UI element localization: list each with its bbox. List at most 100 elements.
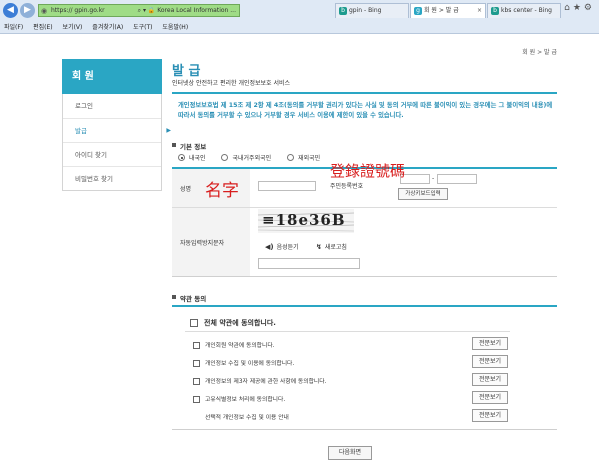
address-controls[interactable]: ⌕ ▾ 🔒 Korea Local Information ... bbox=[138, 5, 236, 16]
site-icon: g bbox=[414, 7, 422, 15]
tab-gpin-bing[interactable]: b gpin - Bing bbox=[335, 3, 409, 18]
captcha-label: 자동입력방지문자 bbox=[180, 240, 225, 247]
address-bar[interactable]: ◉ https:// gpin.go.kr ⌕ ▾ 🔒 Korea Local … bbox=[38, 4, 240, 17]
id-separator: - bbox=[432, 175, 435, 182]
menu-edit[interactable]: 편집(E) bbox=[33, 24, 53, 31]
breadcrumb: 회 원 > 발 급 bbox=[522, 49, 557, 56]
favorites-icon[interactable]: ★ bbox=[573, 3, 584, 13]
sidebar-title: 회 원 bbox=[62, 59, 162, 94]
arrow-right-icon: ▶ bbox=[166, 127, 171, 134]
agree-third-party[interactable]: 개인정보의 제3자 제공에 관한 사항에 동의합니다. bbox=[193, 376, 326, 385]
tab-kbs-bing[interactable]: b kbs center - Bing bbox=[487, 3, 561, 18]
agree-item-label: 고유식별정보 처리에 동의합니다. bbox=[205, 397, 286, 403]
audio-button[interactable]: ◀) 음성듣기 bbox=[265, 242, 299, 251]
browser-chrome: ◀ ▶ ◉ https:// gpin.go.kr ⌕ ▾ 🔒 Korea Lo… bbox=[0, 0, 599, 34]
basic-info-heading: 기본 정보 bbox=[172, 141, 206, 151]
checkbox-icon bbox=[193, 360, 200, 367]
tab-title: 회 원 > 발 급 bbox=[424, 7, 459, 14]
view-full-button[interactable]: 전문보기 bbox=[472, 355, 508, 368]
sidebar-item-issue[interactable]: 발급 ▶ bbox=[63, 118, 171, 142]
radio-checked-icon bbox=[178, 154, 185, 161]
menu-favorites[interactable]: 즐겨찾기(A) bbox=[92, 24, 123, 31]
radio-resident-foreigner[interactable]: 국내거주외국인 bbox=[221, 153, 271, 162]
view-full-button[interactable]: 전문보기 bbox=[472, 409, 508, 422]
agree-collection-usage[interactable]: 개인정보 수집 및 이용에 동의합니다. bbox=[193, 358, 294, 367]
audio-button-label: 음성듣기 bbox=[276, 244, 299, 251]
agree-unique-id[interactable]: 고유식별정보 처리에 동의합니다. bbox=[193, 394, 285, 403]
radio-label: 국내거주외국인 bbox=[232, 155, 272, 162]
checkbox-icon bbox=[193, 342, 200, 349]
menu-bar: 파일(F) 편집(E) 보기(V) 즐겨찾기(A) 도구(T) 도움말(H) bbox=[0, 21, 599, 34]
menu-help[interactable]: 도움말(H) bbox=[162, 24, 188, 31]
speaker-icon: ◀) bbox=[265, 243, 274, 251]
captcha-input[interactable] bbox=[258, 258, 360, 269]
sidebar-item-login[interactable]: 로그인 bbox=[63, 94, 161, 118]
home-icon[interactable]: ⌂ bbox=[564, 3, 573, 13]
agree-item-label: 개인회원 약관에 동의합니다. bbox=[205, 343, 275, 349]
captcha-text: ≡18e36B bbox=[262, 211, 346, 229]
tab-title: kbs center - Bing bbox=[501, 7, 552, 14]
sidebar-item-find-password[interactable]: 비밀번호 찾기 bbox=[63, 166, 161, 190]
sidebar-menu: 로그인 발급 ▶ 아이디 찾기 비밀번호 찾기 bbox=[62, 94, 171, 191]
name-label: 성명 bbox=[180, 186, 192, 193]
radio-korean[interactable]: 내국인 bbox=[178, 153, 206, 162]
toolbar-icons: ⌂★⚙ bbox=[564, 3, 595, 13]
page-icon: ◉ bbox=[41, 7, 48, 15]
virtual-keyboard-button[interactable]: 가상키보드입력 bbox=[398, 188, 448, 200]
tab-member-issue[interactable]: g 회 원 > 발 급 × bbox=[410, 3, 486, 18]
radio-label: 내국인 bbox=[189, 155, 206, 162]
agree-item-label: 개인정보 수집 및 이용에 동의합니다. bbox=[205, 361, 295, 367]
gear-icon[interactable]: ⚙ bbox=[584, 3, 595, 13]
close-tab-icon[interactable]: × bbox=[477, 4, 482, 18]
agree-member-terms[interactable]: 개인회원 약관에 동의합니다. bbox=[193, 340, 275, 349]
menu-file[interactable]: 파일(F) bbox=[4, 24, 23, 31]
agree-item-label: 개인정보의 제3자 제공에 관한 사항에 동의합니다. bbox=[205, 379, 327, 385]
tab-title: gpin - Bing bbox=[349, 7, 382, 14]
back-button[interactable]: ◀ bbox=[3, 3, 18, 18]
title-divider bbox=[172, 92, 557, 94]
refresh-icon: ↯ bbox=[316, 243, 322, 251]
row-divider bbox=[185, 331, 510, 332]
checkbox-icon bbox=[190, 319, 198, 327]
sidebar-item-label: 아이디 찾기 bbox=[75, 151, 107, 159]
menu-view[interactable]: 보기(V) bbox=[63, 24, 83, 31]
radio-overseas-korean[interactable]: 재외국민 bbox=[287, 153, 320, 162]
sidebar-item-label: 로그인 bbox=[75, 102, 93, 110]
radio-label: 재외국민 bbox=[298, 155, 321, 162]
annotation-name: 名字 bbox=[205, 181, 239, 201]
bing-icon: b bbox=[339, 7, 347, 15]
view-full-button[interactable]: 전문보기 bbox=[472, 373, 508, 386]
notice-text: 개인정보보호법 제 15조 제 2항 제 4조(동의를 거부할 권리가 있다는 … bbox=[178, 102, 553, 119]
certificate-label: Korea Local Information ... bbox=[157, 7, 236, 14]
id-number-label: 주민등록번호 bbox=[330, 183, 364, 190]
bing-icon: b bbox=[491, 7, 499, 15]
forward-button[interactable]: ▶ bbox=[20, 3, 35, 18]
menu-tools[interactable]: 도구(T) bbox=[133, 24, 152, 31]
sidebar-item-label: 발급 bbox=[75, 127, 87, 135]
view-full-button[interactable]: 전문보기 bbox=[472, 337, 508, 350]
optional-info-notice: 선택적 개인정보 수집 및 이용 안내 bbox=[205, 412, 289, 421]
agree-all-label: 전체 약관에 동의합니다. bbox=[204, 319, 276, 327]
agree-item-label: 선택적 개인정보 수집 및 이용 안내 bbox=[205, 415, 289, 421]
view-full-button[interactable]: 전문보기 bbox=[472, 391, 508, 404]
radio-icon bbox=[287, 154, 295, 161]
captcha-image: ≡18e36B bbox=[258, 209, 354, 233]
sidebar-item-label: 비밀번호 찾기 bbox=[75, 175, 113, 183]
nationality-radio-group: 내국인 국내거주외국인 재외국민 bbox=[178, 153, 334, 163]
terms-heading: 약관 동의 bbox=[172, 293, 206, 303]
address-url: https:// gpin.go.kr bbox=[51, 7, 105, 14]
checkbox-icon bbox=[193, 396, 200, 403]
radio-icon bbox=[221, 154, 229, 161]
id-number-back-input[interactable] bbox=[437, 174, 477, 184]
page-subtitle: 인터넷상 안전하고 편리한 개인정보보호 서비스 bbox=[172, 80, 291, 87]
page-title: 발 급 bbox=[172, 64, 201, 79]
annotation-id-number: 登錄證號碼 bbox=[330, 162, 406, 180]
checkbox-icon bbox=[193, 378, 200, 385]
row-divider bbox=[172, 207, 557, 208]
name-input[interactable] bbox=[258, 181, 316, 191]
agree-all-checkbox[interactable]: 전체 약관에 동의합니다. bbox=[190, 318, 276, 328]
next-button[interactable]: 다음화면 bbox=[328, 446, 372, 460]
refresh-button[interactable]: ↯ 새로고침 bbox=[316, 242, 347, 251]
sidebar-item-find-id[interactable]: 아이디 찾기 bbox=[63, 142, 161, 166]
refresh-button-label: 새로고침 bbox=[324, 244, 347, 251]
